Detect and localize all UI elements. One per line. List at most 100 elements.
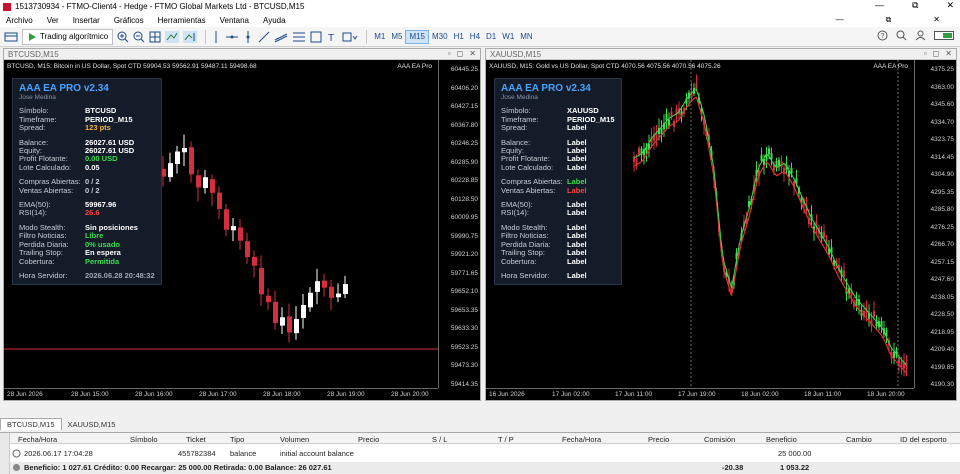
candle-body [175,151,180,164]
candle-body [189,147,194,175]
autoscroll-icon[interactable] [165,29,180,45]
help-icon[interactable]: ? [877,30,888,41]
price-axis[interactable]: 4375.25 4363.00 4345.60 4334.70 4323.75 4314.… [914,60,956,388]
time-axis[interactable]: 28 Jun 2026 28 Jun 15:00 28 Jun 16:00 28 Ju… [4,388,438,400]
time-tick-label: 18 Jun 02:00 [741,391,779,398]
time-axis[interactable]: 16 Jun 2026 17 Jun 02:00 17 Jun 11:00 17 Ju… [486,388,914,400]
user-icon[interactable] [915,30,926,41]
chart-restore-button[interactable]: ◻ [933,49,940,58]
time-tick-label: 18 Jun 20:00 [867,391,905,398]
grid-icon[interactable] [149,29,161,45]
col-price[interactable]: Precio [358,435,379,444]
table-row[interactable]: 2026.06.17 17:04:28 455782384 balance in… [10,448,960,458]
child-close-button[interactable]: ✕ [933,15,940,25]
child-restore-button[interactable]: ⧉ [886,15,892,25]
ea-panel-row: RSI(14): 26.6 [19,209,155,218]
col-type[interactable]: Tipo [230,435,244,444]
app-icon [3,2,11,11]
col-profit[interactable]: Beneficio [766,435,797,444]
objects-icon[interactable] [342,29,358,45]
menu-tools[interactable]: Herramientas [158,16,206,25]
menu-help[interactable]: Ayuda [263,16,286,25]
col-volume[interactable]: Volumen [280,435,309,444]
col-change[interactable]: Cambio [846,435,872,444]
chart-minimize-button[interactable]: ▫ [448,49,451,58]
price-tick-label: 4209.40 [930,346,955,353]
col-close-datetime[interactable]: Fecha/Hora [562,435,601,444]
ide-icon[interactable] [4,29,18,45]
col-export-id[interactable]: ID del esporto [900,435,947,444]
ea-info-panel: AAA EA PRO v2.34 Jose Medina Símbolo: BTC… [12,78,162,286]
ea-panel-key: Hora Servidor: [501,270,550,280]
child-minimize-button[interactable]: — [836,15,844,25]
col-commission[interactable]: Comisión [704,435,735,444]
timeframe-w1[interactable]: W1 [499,30,517,44]
ea-panel-row: Hora Servidor: 2026.06.28 20:48:32 [19,270,155,280]
trendline-icon[interactable] [258,29,270,45]
timeframe-h4[interactable]: H4 [467,30,483,44]
terminal-side-handle[interactable] [0,433,10,474]
timeframe-h1[interactable]: H1 [451,30,467,44]
text-icon[interactable]: T [326,29,338,45]
col-symbol[interactable]: Símbolo [130,435,158,444]
tab-btcusd[interactable]: BTCUSD,M15 [0,418,62,430]
chart-area[interactable]: BTCUSD, M15: Bitcoin in US Dollar, Spot … [4,60,480,400]
chart-shift-icon[interactable] [183,29,198,45]
candle-body [210,179,215,193]
minimize-button[interactable]: — [875,0,884,11]
candle-body [308,292,313,308]
menu-insert[interactable]: Insertar [73,16,100,25]
price-axis[interactable]: 60445.25 60406.20 60427.15 60367.80 60246.25… [438,60,480,388]
ea-panel-row: Lote Calculado: 0.05 [19,163,155,172]
ea-panel-row: RSI(14): Label [501,209,615,218]
candle-body [238,227,243,241]
vertical-line-icon[interactable] [242,29,254,45]
maximize-button[interactable]: ⧉ [912,0,918,11]
menu-window[interactable]: Ventana [220,16,249,25]
candle-body [161,168,166,177]
ea-panel-value: Label [567,270,587,280]
close-button[interactable]: ✕ [946,0,954,11]
ea-panel-author: Jose Medina [501,94,538,101]
chart-close-button[interactable]: ✕ [945,49,952,58]
candle-body [182,147,187,153]
col-datetime[interactable]: Fecha/Hora [18,435,57,444]
ea-panel-key: Cobertura: [501,256,537,266]
channel-icon[interactable] [274,29,288,45]
signal-toggle[interactable] [934,31,954,40]
horizontal-line-icon[interactable] [226,29,239,45]
crosshair-icon[interactable] [210,29,222,45]
timeframe-d1[interactable]: D1 [483,30,499,44]
chart-window-title: XAUUSD,M15 [490,49,542,59]
timeframe-mn[interactable]: MN [517,30,535,44]
menu-file[interactable]: Archivo [6,16,33,25]
shapes-icon[interactable] [310,29,322,45]
timeframe-m1[interactable]: M1 [371,30,388,44]
chart-close-button[interactable]: ✕ [469,49,476,58]
ea-panel-value: 2026.06.28 20:48:32 [85,270,155,280]
candle-body [273,301,278,323]
menu-view[interactable]: Ver [47,16,59,25]
chart-area[interactable]: XAUUSD, M15: Gold vs US Dollar, Spot CTD… [486,60,956,400]
timeframe-m15[interactable]: M15 [405,29,429,44]
timeframe-m30[interactable]: M30 [429,30,451,44]
timeframe-m5[interactable]: M5 [388,30,405,44]
col-ticket[interactable]: Ticket [186,435,206,444]
tab-xauusd[interactable]: XAUUSD,M15 [62,419,122,430]
candle-body [638,148,640,155]
menu-charts[interactable]: Gráficos [114,16,144,25]
zoom-out-icon[interactable] [133,29,145,45]
time-tick-label: 28 Jun 20:00 [391,391,429,398]
zoom-in-icon[interactable] [117,29,129,45]
time-tick-label: 18 Jun 11:00 [804,391,842,398]
chart-restore-button[interactable]: ◻ [457,49,464,58]
search-icon[interactable] [896,30,907,41]
fibonacci-icon[interactable] [292,29,306,45]
ea-panel-key: Ventas Abiertas: [19,185,74,195]
algo-trading-button[interactable]: Trading algorítmico [22,28,114,45]
ea-panel-value: 0 / 2 [85,185,100,195]
chart-minimize-button[interactable]: ▫ [924,49,927,58]
col-sl[interactable]: S / L [432,435,447,444]
col-close-price[interactable]: Precio [648,435,669,444]
col-tp[interactable]: T / P [498,435,514,444]
